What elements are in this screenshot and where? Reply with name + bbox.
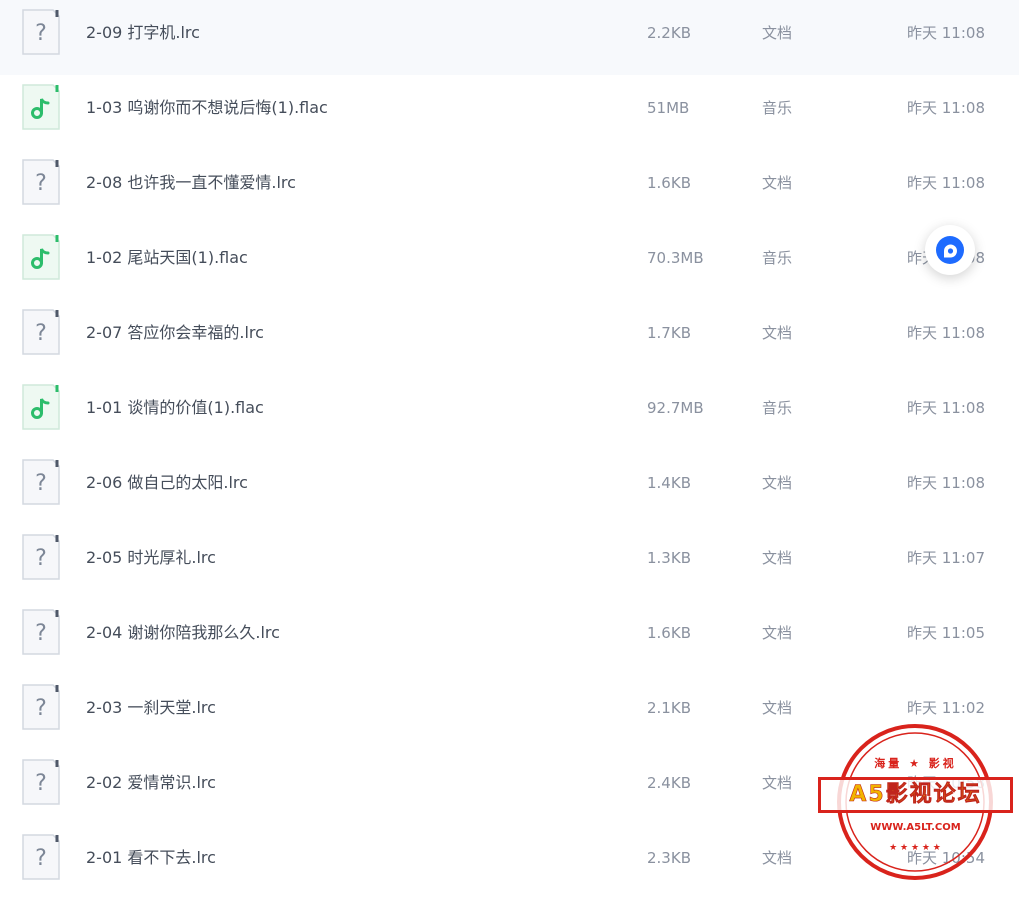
- file-size: 2.1KB: [647, 699, 691, 717]
- file-row[interactable]: ? 2-07 答应你会幸福的.lrc 1.7KB 文档 昨天 11:08: [0, 300, 1019, 375]
- svg-text:?: ?: [35, 171, 47, 196]
- svg-text:?: ?: [35, 846, 47, 871]
- file-name[interactable]: 2-06 做自己的太阳.lrc: [86, 450, 248, 516]
- svg-text:?: ?: [35, 771, 47, 796]
- file-size: 2.2KB: [647, 24, 691, 42]
- file-name[interactable]: 1-01 谈情的价值(1).flac: [86, 375, 264, 441]
- file-modified-time: 昨天 11:05: [907, 624, 985, 642]
- svg-text:?: ?: [35, 696, 47, 721]
- file-name[interactable]: 2-03 一刹天堂.lrc: [86, 675, 216, 741]
- floating-assistant-button[interactable]: [925, 225, 975, 275]
- music-file-icon: [21, 233, 61, 281]
- file-type: 音乐: [762, 99, 793, 117]
- unknown-file-icon: ?: [21, 458, 61, 506]
- file-type: 文档: [762, 474, 793, 492]
- file-size: 51MB: [647, 99, 690, 117]
- file-type: 文档: [762, 624, 793, 642]
- unknown-file-icon: ?: [21, 8, 61, 56]
- svg-text:★ ★ ★ ★ ★: ★ ★ ★ ★ ★: [889, 843, 941, 853]
- watermark-stamp: ★ ★ ★ ★ ★ 海量 ★ 影视 A5影视论坛 WWW.A5LT.COM: [818, 722, 1013, 883]
- file-type: 文档: [762, 849, 793, 867]
- file-name[interactable]: 2-02 爱情常识.lrc: [86, 750, 216, 816]
- chat-bubble-icon: [936, 236, 964, 264]
- unknown-file-icon: ?: [21, 758, 61, 806]
- file-row[interactable]: ? 2-09 打字机.lrc 2.2KB 文档 昨天 11:08: [0, 0, 1019, 75]
- unknown-file-icon: ?: [21, 833, 61, 881]
- file-name[interactable]: 2-08 也许我一直不懂爱情.lrc: [86, 150, 296, 216]
- watermark-logo-text: A5影视论坛: [818, 777, 1013, 813]
- file-row[interactable]: ? 2-05 时光厚礼.lrc 1.3KB 文档 昨天 11:07: [0, 525, 1019, 600]
- file-size: 92.7MB: [647, 399, 704, 417]
- svg-text:?: ?: [35, 321, 47, 346]
- svg-text:?: ?: [35, 621, 47, 646]
- file-type: 文档: [762, 324, 793, 342]
- file-row[interactable]: 1-03 呜谢你而不想说后悔(1).flac 51MB 音乐 昨天 11:08: [0, 75, 1019, 150]
- file-name[interactable]: 2-04 谢谢你陪我那么久.lrc: [86, 600, 280, 666]
- svg-text:?: ?: [35, 471, 47, 496]
- unknown-file-icon: ?: [21, 158, 61, 206]
- unknown-file-icon: ?: [21, 533, 61, 581]
- file-modified-time: 昨天 11:08: [907, 24, 985, 42]
- music-file-icon: [21, 383, 61, 431]
- watermark-top-text: 海量 ★ 影视: [874, 757, 957, 770]
- music-file-icon: [21, 83, 61, 131]
- file-name[interactable]: 1-02 尾站天国(1).flac: [86, 225, 248, 291]
- file-type: 文档: [762, 174, 793, 192]
- file-type: 文档: [762, 24, 793, 42]
- file-row[interactable]: ? 2-04 谢谢你陪我那么久.lrc 1.6KB 文档 昨天 11:05: [0, 600, 1019, 675]
- file-modified-time: 昨天 11:07: [907, 549, 985, 567]
- file-size: 2.4KB: [647, 774, 691, 792]
- unknown-file-icon: ?: [21, 683, 61, 731]
- file-type: 文档: [762, 774, 793, 792]
- file-modified-time: 昨天 11:08: [907, 99, 985, 117]
- file-name[interactable]: 1-03 呜谢你而不想说后悔(1).flac: [86, 75, 328, 141]
- file-modified-time: 昨天 11:08: [907, 174, 985, 192]
- file-size: 1.7KB: [647, 324, 691, 342]
- file-type: 文档: [762, 549, 793, 567]
- watermark-url: WWW.A5LT.COM: [870, 822, 961, 833]
- file-type: 音乐: [762, 399, 793, 417]
- file-row[interactable]: 1-02 尾站天国(1).flac70.3MB音乐昨天 11:08: [0, 225, 1019, 300]
- file-type: 文档: [762, 699, 793, 717]
- file-modified-time: 昨天 11:08: [907, 399, 985, 417]
- file-size: 1.3KB: [647, 549, 691, 567]
- file-modified-time: 昨天 11:08: [907, 474, 985, 492]
- file-name[interactable]: 2-05 时光厚礼.lrc: [86, 525, 216, 591]
- svg-text:?: ?: [35, 546, 47, 571]
- file-name[interactable]: 2-07 答应你会幸福的.lrc: [86, 300, 264, 366]
- file-size: 1.6KB: [647, 624, 691, 642]
- file-row[interactable]: ? 2-08 也许我一直不懂爱情.lrc 1.6KB 文档 昨天 11:08: [0, 150, 1019, 225]
- file-name[interactable]: 2-09 打字机.lrc: [86, 0, 200, 66]
- file-name[interactable]: 2-01 看不下去.lrc: [86, 825, 216, 891]
- file-type: 音乐: [762, 249, 793, 267]
- file-row[interactable]: ? 2-06 做自己的太阳.lrc 1.4KB 文档 昨天 11:08: [0, 450, 1019, 525]
- file-size: 2.3KB: [647, 849, 691, 867]
- unknown-file-icon: ?: [21, 308, 61, 356]
- unknown-file-icon: ?: [21, 608, 61, 656]
- file-size: 1.6KB: [647, 174, 691, 192]
- file-size: 1.4KB: [647, 474, 691, 492]
- file-size: 70.3MB: [647, 249, 704, 267]
- file-row[interactable]: 1-01 谈情的价值(1).flac 92.7MB 音乐 昨天 11:08: [0, 375, 1019, 450]
- file-modified-time: 昨天 11:08: [907, 324, 985, 342]
- svg-text:?: ?: [35, 21, 47, 46]
